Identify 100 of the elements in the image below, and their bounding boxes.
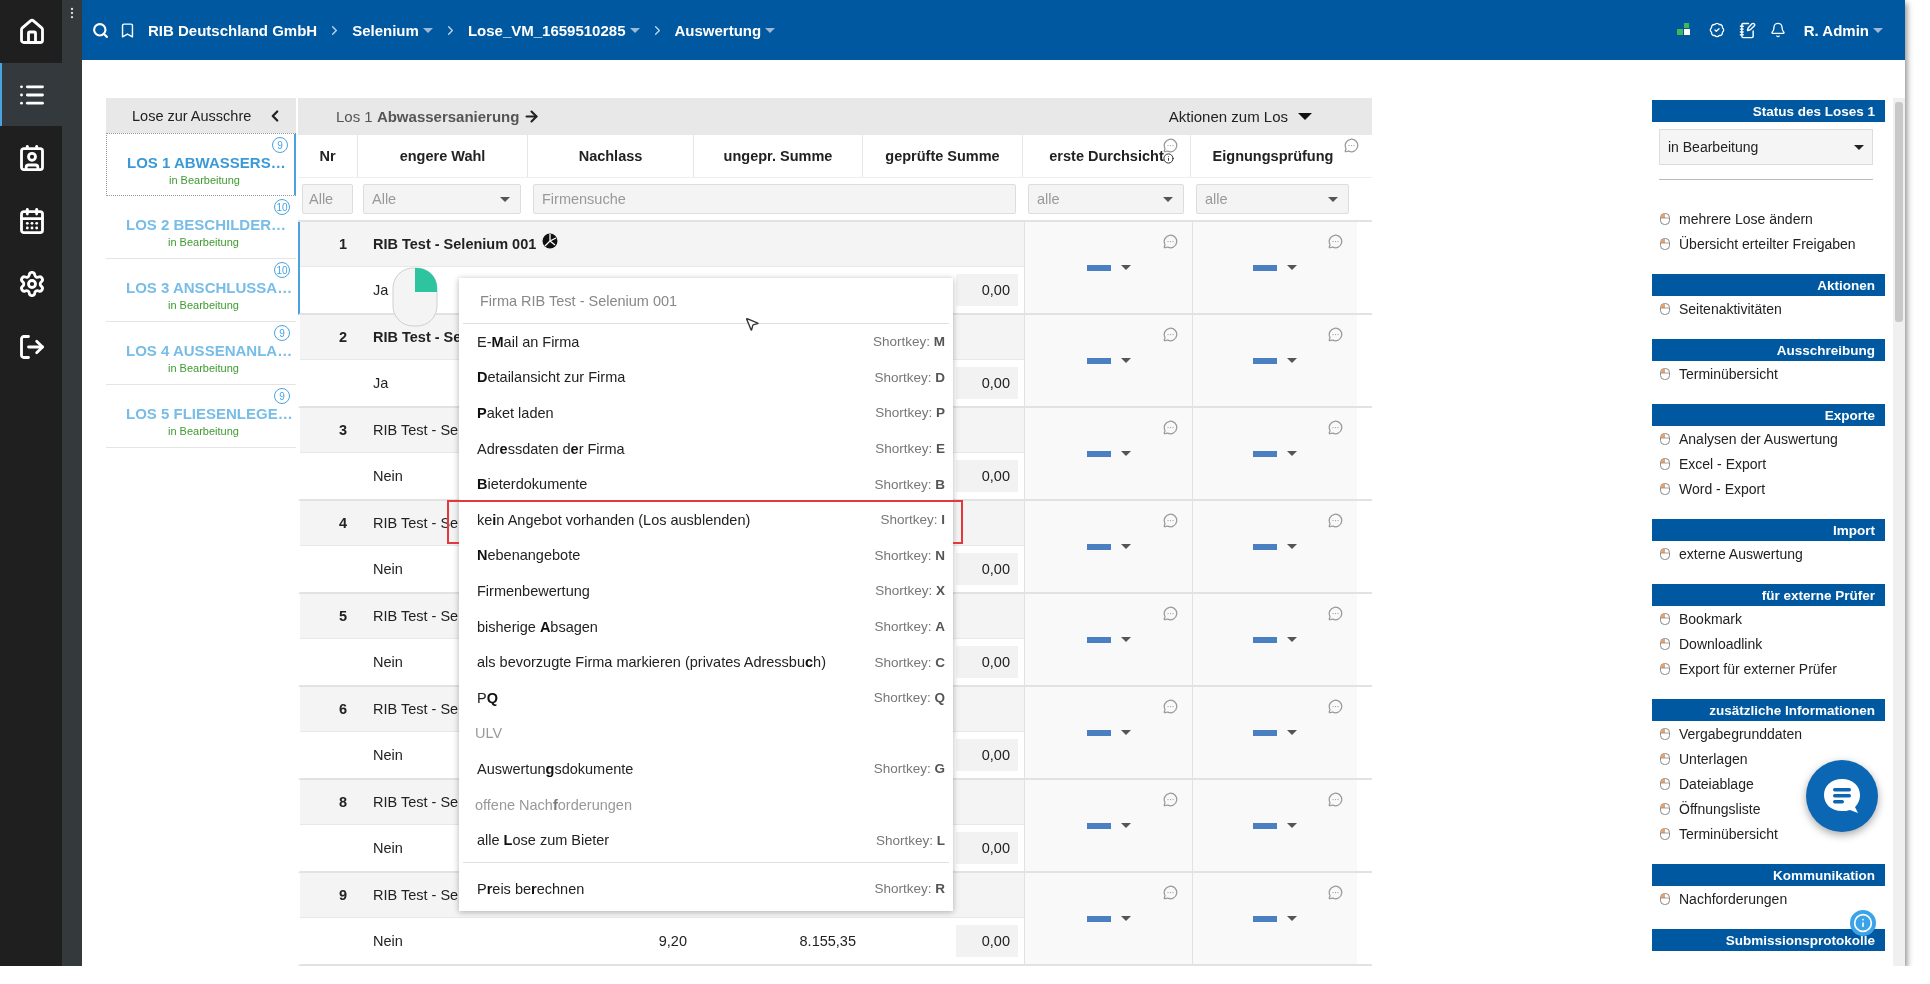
- comment-icon[interactable]: [1328, 699, 1343, 714]
- caret-icon[interactable]: [422, 27, 433, 33]
- caret-icon[interactable]: [1120, 916, 1131, 921]
- menu-item[interactable]: E-Mail an Firma Shortkey: M: [459, 324, 953, 360]
- status-dropdown[interactable]: in Bearbeitung: [1659, 129, 1873, 165]
- company-name[interactable]: RIB Test - Se: [373, 794, 459, 810]
- menu-item[interactable]: alle Lose zum Bieter Shortkey: L: [459, 822, 953, 858]
- caret-icon[interactable]: [1120, 730, 1131, 735]
- menu-item[interactable]: PQ Shortkey: Q: [459, 679, 953, 716]
- notebook-icon[interactable]: [1738, 21, 1756, 39]
- lot-item[interactable]: LOS 3 ANSCHLUSSA… in Bearbeitung 10: [106, 259, 296, 322]
- caret-icon[interactable]: [629, 27, 640, 33]
- caret-icon[interactable]: [1287, 451, 1297, 456]
- company-name[interactable]: RIB Test - Se: [373, 701, 459, 717]
- action-link[interactable]: mehrere Lose ändern: [1652, 206, 1885, 231]
- lot-item[interactable]: LOS 5 FLIESENLEGE… in Bearbeitung 9: [106, 385, 296, 448]
- caret-icon[interactable]: [1287, 916, 1297, 921]
- caret-icon[interactable]: [1287, 730, 1297, 735]
- menu-item[interactable]: Paket laden Shortkey: P: [459, 395, 953, 431]
- comment-icon[interactable]: [1328, 327, 1343, 342]
- action-link[interactable]: Terminübersicht: [1652, 821, 1885, 846]
- action-link[interactable]: Export für externer Prüfer: [1652, 656, 1885, 681]
- search-icon[interactable]: [92, 21, 109, 39]
- scrollbar-thumb[interactable]: [1895, 102, 1903, 322]
- action-link[interactable]: Vergabegrunddaten: [1652, 721, 1885, 746]
- info-icon[interactable]: [1850, 910, 1876, 936]
- menu-item[interactable]: als bevorzugte Firma markieren (privates Adressbuch) Shortkey: C: [459, 644, 953, 680]
- menu-item[interactable]: Nebenangebote Shortkey: N: [459, 537, 953, 574]
- comment-icon[interactable]: [1328, 420, 1343, 435]
- comment-icon[interactable]: [1163, 327, 1178, 342]
- menu-item[interactable]: Adressdaten der Firma Shortkey: E: [459, 430, 953, 467]
- lot-item[interactable]: LOS 1 ABWASSERS… in Bearbeitung 9: [106, 133, 296, 196]
- caret-icon[interactable]: [1287, 265, 1297, 270]
- chat-button[interactable]: [1806, 760, 1878, 832]
- breadcrumb-link[interactable]: Auswertung: [674, 21, 776, 39]
- company-name[interactable]: RIB Test - Se: [373, 608, 459, 624]
- badge-icon[interactable]: [1708, 22, 1725, 38]
- comment-icon[interactable]: [1163, 885, 1178, 900]
- comment-icon[interactable]: [1344, 138, 1359, 153]
- caret-icon[interactable]: [1287, 544, 1297, 549]
- value-field: 0,00: [956, 367, 1018, 399]
- action-link[interactable]: Unterlagen: [1652, 746, 1885, 771]
- breadcrumb-link[interactable]: RIB Deutschland GmbH: [148, 21, 318, 39]
- comment-icon[interactable]: [1163, 606, 1178, 621]
- action-link[interactable]: Downloadlink: [1652, 631, 1885, 656]
- lot-item[interactable]: LOS 2 BESCHILDER… in Bearbeitung 10: [106, 196, 296, 259]
- action-link[interactable]: Analysen der Auswertung: [1652, 426, 1885, 451]
- comment-icon[interactable]: [1328, 885, 1343, 900]
- lot-item[interactable]: LOS 4 AUSSENANLA… in Bearbeitung 9: [106, 322, 296, 385]
- comment-icon[interactable]: [1328, 606, 1343, 621]
- comment-icon[interactable]: [1163, 699, 1178, 714]
- breadcrumb-link[interactable]: Selenium: [352, 21, 433, 39]
- comment-icon[interactable]: [1163, 792, 1178, 807]
- company-name[interactable]: RIB Test - Se: [373, 887, 459, 903]
- comment-icon[interactable]: [1328, 513, 1343, 528]
- menu-item[interactable]: Firmenbewertung Shortkey: X: [459, 573, 953, 609]
- caret-icon[interactable]: [1120, 544, 1131, 549]
- breadcrumb-link[interactable]: Lose_VM_1659510285: [467, 21, 640, 39]
- actions-dropdown[interactable]: Aktionen zum Los: [1168, 108, 1312, 125]
- action-link[interactable]: Word - Export: [1652, 476, 1885, 501]
- menu-item[interactable]: bisherige Absagen Shortkey: A: [459, 608, 953, 645]
- caret-icon[interactable]: [1120, 451, 1131, 456]
- action-link[interactable]: Übersicht erteilter Freigaben: [1652, 231, 1885, 256]
- caret-icon[interactable]: [1120, 358, 1131, 363]
- sidebar-button[interactable]: [0, 63, 62, 126]
- comment-icon[interactable]: [1328, 234, 1343, 249]
- info-icon[interactable]: [1163, 153, 1174, 164]
- caret-icon[interactable]: [1287, 358, 1297, 363]
- menu-item[interactable]: kein Angebot vorhanden (Los ausblenden) Shortkey: I: [459, 501, 953, 538]
- action-link[interactable]: Nachforderungen: [1652, 886, 1885, 911]
- caret-icon[interactable]: [1287, 637, 1297, 642]
- caret-icon[interactable]: [1120, 265, 1131, 270]
- bell-icon[interactable]: [1769, 22, 1786, 38]
- mouse-icon: [1660, 432, 1670, 445]
- comment-icon[interactable]: [1163, 420, 1178, 435]
- status-bar-icon: [1253, 450, 1277, 457]
- action-link[interactable]: Terminübersicht: [1652, 361, 1885, 386]
- bookmark-icon[interactable]: [119, 21, 136, 39]
- comment-icon[interactable]: [1163, 234, 1178, 249]
- action-link[interactable]: Öffnungsliste: [1652, 796, 1885, 821]
- caret-icon[interactable]: [1120, 823, 1131, 828]
- menu-item[interactable]: Preis berechnen Shortkey: R: [459, 870, 953, 907]
- company-name[interactable]: RIB Test - Selenium 001: [373, 236, 537, 252]
- caret-icon[interactable]: [1120, 637, 1131, 642]
- caret-icon[interactable]: [765, 27, 776, 33]
- company-name[interactable]: RIB Test - Se: [373, 422, 459, 438]
- comment-icon[interactable]: [1328, 792, 1343, 807]
- user-menu[interactable]: R. Admin: [1803, 21, 1883, 39]
- squares-icon[interactable]: [1676, 23, 1691, 37]
- action-link[interactable]: Bookmark: [1652, 606, 1885, 631]
- action-link[interactable]: Excel - Export: [1652, 451, 1885, 476]
- comment-icon[interactable]: [1163, 513, 1178, 528]
- menu-item[interactable]: Bieterdokumente Shortkey: B: [459, 466, 953, 502]
- menu-item[interactable]: Detailansicht zur Firma Shortkey: D: [459, 359, 953, 396]
- caret-icon[interactable]: [1287, 823, 1297, 828]
- action-link[interactable]: Seitenaktivitäten: [1652, 296, 1885, 321]
- action-link[interactable]: Dateiablage: [1652, 771, 1885, 796]
- action-link[interactable]: externe Auswertung: [1652, 541, 1885, 566]
- status-bar-icon: [1253, 264, 1277, 271]
- menu-item[interactable]: Auswertungsdokumente Shortkey: G: [459, 751, 953, 787]
